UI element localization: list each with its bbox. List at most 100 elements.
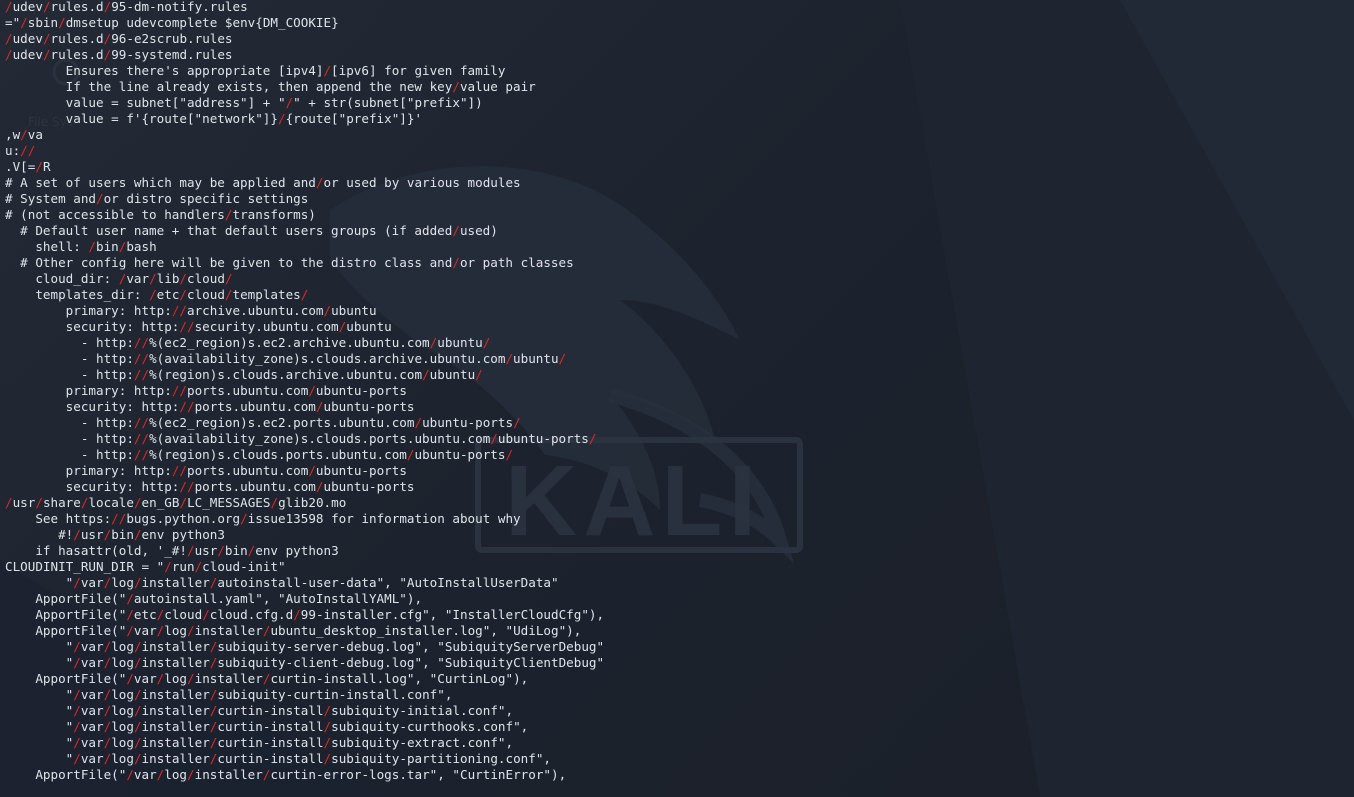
path-separator: / <box>126 591 134 606</box>
path-separator: / <box>277 111 286 126</box>
path-separator: / <box>42 0 51 14</box>
path-separator: / <box>133 351 142 366</box>
path-separator: / <box>73 687 81 702</box>
path-separator: / <box>73 655 81 670</box>
path-separator: / <box>5 47 13 62</box>
path-separator: / <box>156 671 165 686</box>
path-separator: / <box>103 735 112 750</box>
path-separator: / <box>422 367 430 382</box>
path-separator: / <box>20 15 28 30</box>
terminal-line: primary: http://ports.ubuntu.com/ubuntu-… <box>5 383 407 398</box>
terminal-line: primary: http://archive.ubuntu.com/ubunt… <box>5 303 377 318</box>
path-separator: / <box>141 447 150 462</box>
path-separator: / <box>156 767 165 782</box>
path-separator: / <box>186 399 195 414</box>
path-separator: / <box>505 351 514 366</box>
path-separator: / <box>73 751 81 766</box>
path-separator: / <box>186 543 195 558</box>
terminal-line: shell: /bin/bash <box>5 239 157 254</box>
path-separator: / <box>103 751 112 766</box>
path-separator: / <box>133 575 142 590</box>
path-separator: / <box>209 719 218 734</box>
path-separator: / <box>103 719 112 734</box>
path-separator: / <box>323 303 332 318</box>
terminal-line: # A set of users which may be applied an… <box>5 175 521 190</box>
terminal-output[interactable]: /udev/rules.d/95-dm-notify.rules ="/sbin/… <box>5 0 1345 783</box>
terminal-line: # (not accessible to handlers/transforms… <box>5 207 316 222</box>
path-separator: / <box>285 95 294 110</box>
path-separator: / <box>315 175 324 190</box>
path-separator: / <box>133 655 142 670</box>
path-separator: / <box>179 495 188 510</box>
path-separator: / <box>187 767 195 782</box>
path-separator: / <box>5 0 13 14</box>
terminal-line: "/var/log/installer/autoinstall-user-dat… <box>5 575 559 590</box>
path-separator: / <box>262 623 271 638</box>
path-separator: / <box>141 367 150 382</box>
path-separator: / <box>179 303 187 318</box>
path-separator: / <box>300 287 309 302</box>
path-separator: / <box>141 431 150 446</box>
path-separator: / <box>103 639 112 654</box>
path-separator: / <box>42 47 51 62</box>
path-separator: / <box>133 735 142 750</box>
terminal-line: security: http://ports.ubuntu.com/ubuntu… <box>5 399 415 414</box>
terminal-line: ApportFile("/var/log/installer/ubuntu_de… <box>5 623 582 638</box>
terminal-line: ApportFile("/var/log/installer/curtin-er… <box>5 767 567 782</box>
path-separator: / <box>186 479 195 494</box>
terminal-line: templates_dir: /etc/cloud/templates/ <box>5 287 309 302</box>
path-separator: / <box>20 127 28 142</box>
path-separator: / <box>202 607 210 622</box>
path-separator: / <box>103 687 112 702</box>
path-separator: / <box>126 607 134 622</box>
path-separator: / <box>103 31 112 46</box>
terminal-line: /udev/rules.d/96-e2scrub.rules <box>5 31 233 46</box>
terminal-line: /udev/rules.d/95-dm-notify.rules <box>5 0 248 14</box>
path-separator: / <box>141 351 150 366</box>
path-separator: / <box>308 383 316 398</box>
path-separator: / <box>209 703 218 718</box>
terminal-line: security: http://security.ubuntu.com/ubu… <box>5 319 392 334</box>
terminal-line: if hasattr(old, '_#!/usr/bin/env python3 <box>5 543 339 558</box>
path-separator: / <box>73 639 81 654</box>
terminal-line: security: http://ports.ubuntu.com/ubuntu… <box>5 479 415 494</box>
terminal-line: value = subnet["address"] + "/" + str(su… <box>5 95 483 110</box>
path-separator: / <box>5 31 13 46</box>
terminal-line: primary: http://ports.ubuntu.com/ubuntu-… <box>5 463 407 478</box>
terminal-line: - http://%(region)s.clouds.archive.ubunt… <box>5 367 483 382</box>
path-separator: / <box>118 239 127 254</box>
path-separator: / <box>5 495 13 510</box>
path-separator: / <box>209 639 218 654</box>
terminal-line: "/var/log/installer/subiquity-server-deb… <box>5 639 605 654</box>
path-separator: / <box>133 639 142 654</box>
path-separator: / <box>133 751 142 766</box>
terminal-line: "/var/log/installer/curtin-install/subiq… <box>5 703 514 718</box>
terminal-line: CLOUDINIT_RUN_DIR = "/run/cloud-init" <box>5 559 286 574</box>
path-separator: / <box>103 655 112 670</box>
path-separator: / <box>247 543 256 558</box>
path-separator: / <box>126 623 134 638</box>
path-separator: / <box>42 31 51 46</box>
path-separator: / <box>179 463 187 478</box>
path-separator: / <box>323 703 332 718</box>
path-separator: / <box>20 143 28 158</box>
terminal-line: ApportFile("/var/log/installer/curtin-in… <box>5 671 529 686</box>
path-separator: / <box>133 703 142 718</box>
path-separator: / <box>73 719 81 734</box>
desktop-screen: KALI File Sys /udev/rules.d/95-dm-notify… <box>0 0 1354 797</box>
terminal-line: # System and/or distro specific settings <box>5 191 309 206</box>
path-separator: / <box>133 687 142 702</box>
terminal-line: # Other config here will be given to the… <box>5 255 574 270</box>
terminal-line: value = f'{route["network"]}/{route["pre… <box>5 111 423 126</box>
path-separator: / <box>133 335 142 350</box>
path-separator: / <box>156 607 165 622</box>
path-separator: / <box>118 511 127 526</box>
path-separator: / <box>588 431 597 446</box>
terminal-line: - http://%(region)s.clouds.ports.ubuntu.… <box>5 447 514 462</box>
terminal-line: u:// <box>5 143 36 158</box>
terminal-line: - http://%(ec2_region)s.ec2.archive.ubun… <box>5 335 491 350</box>
path-separator: / <box>133 527 142 542</box>
path-separator: / <box>429 335 438 350</box>
path-separator: / <box>323 719 332 734</box>
path-separator: / <box>73 735 81 750</box>
